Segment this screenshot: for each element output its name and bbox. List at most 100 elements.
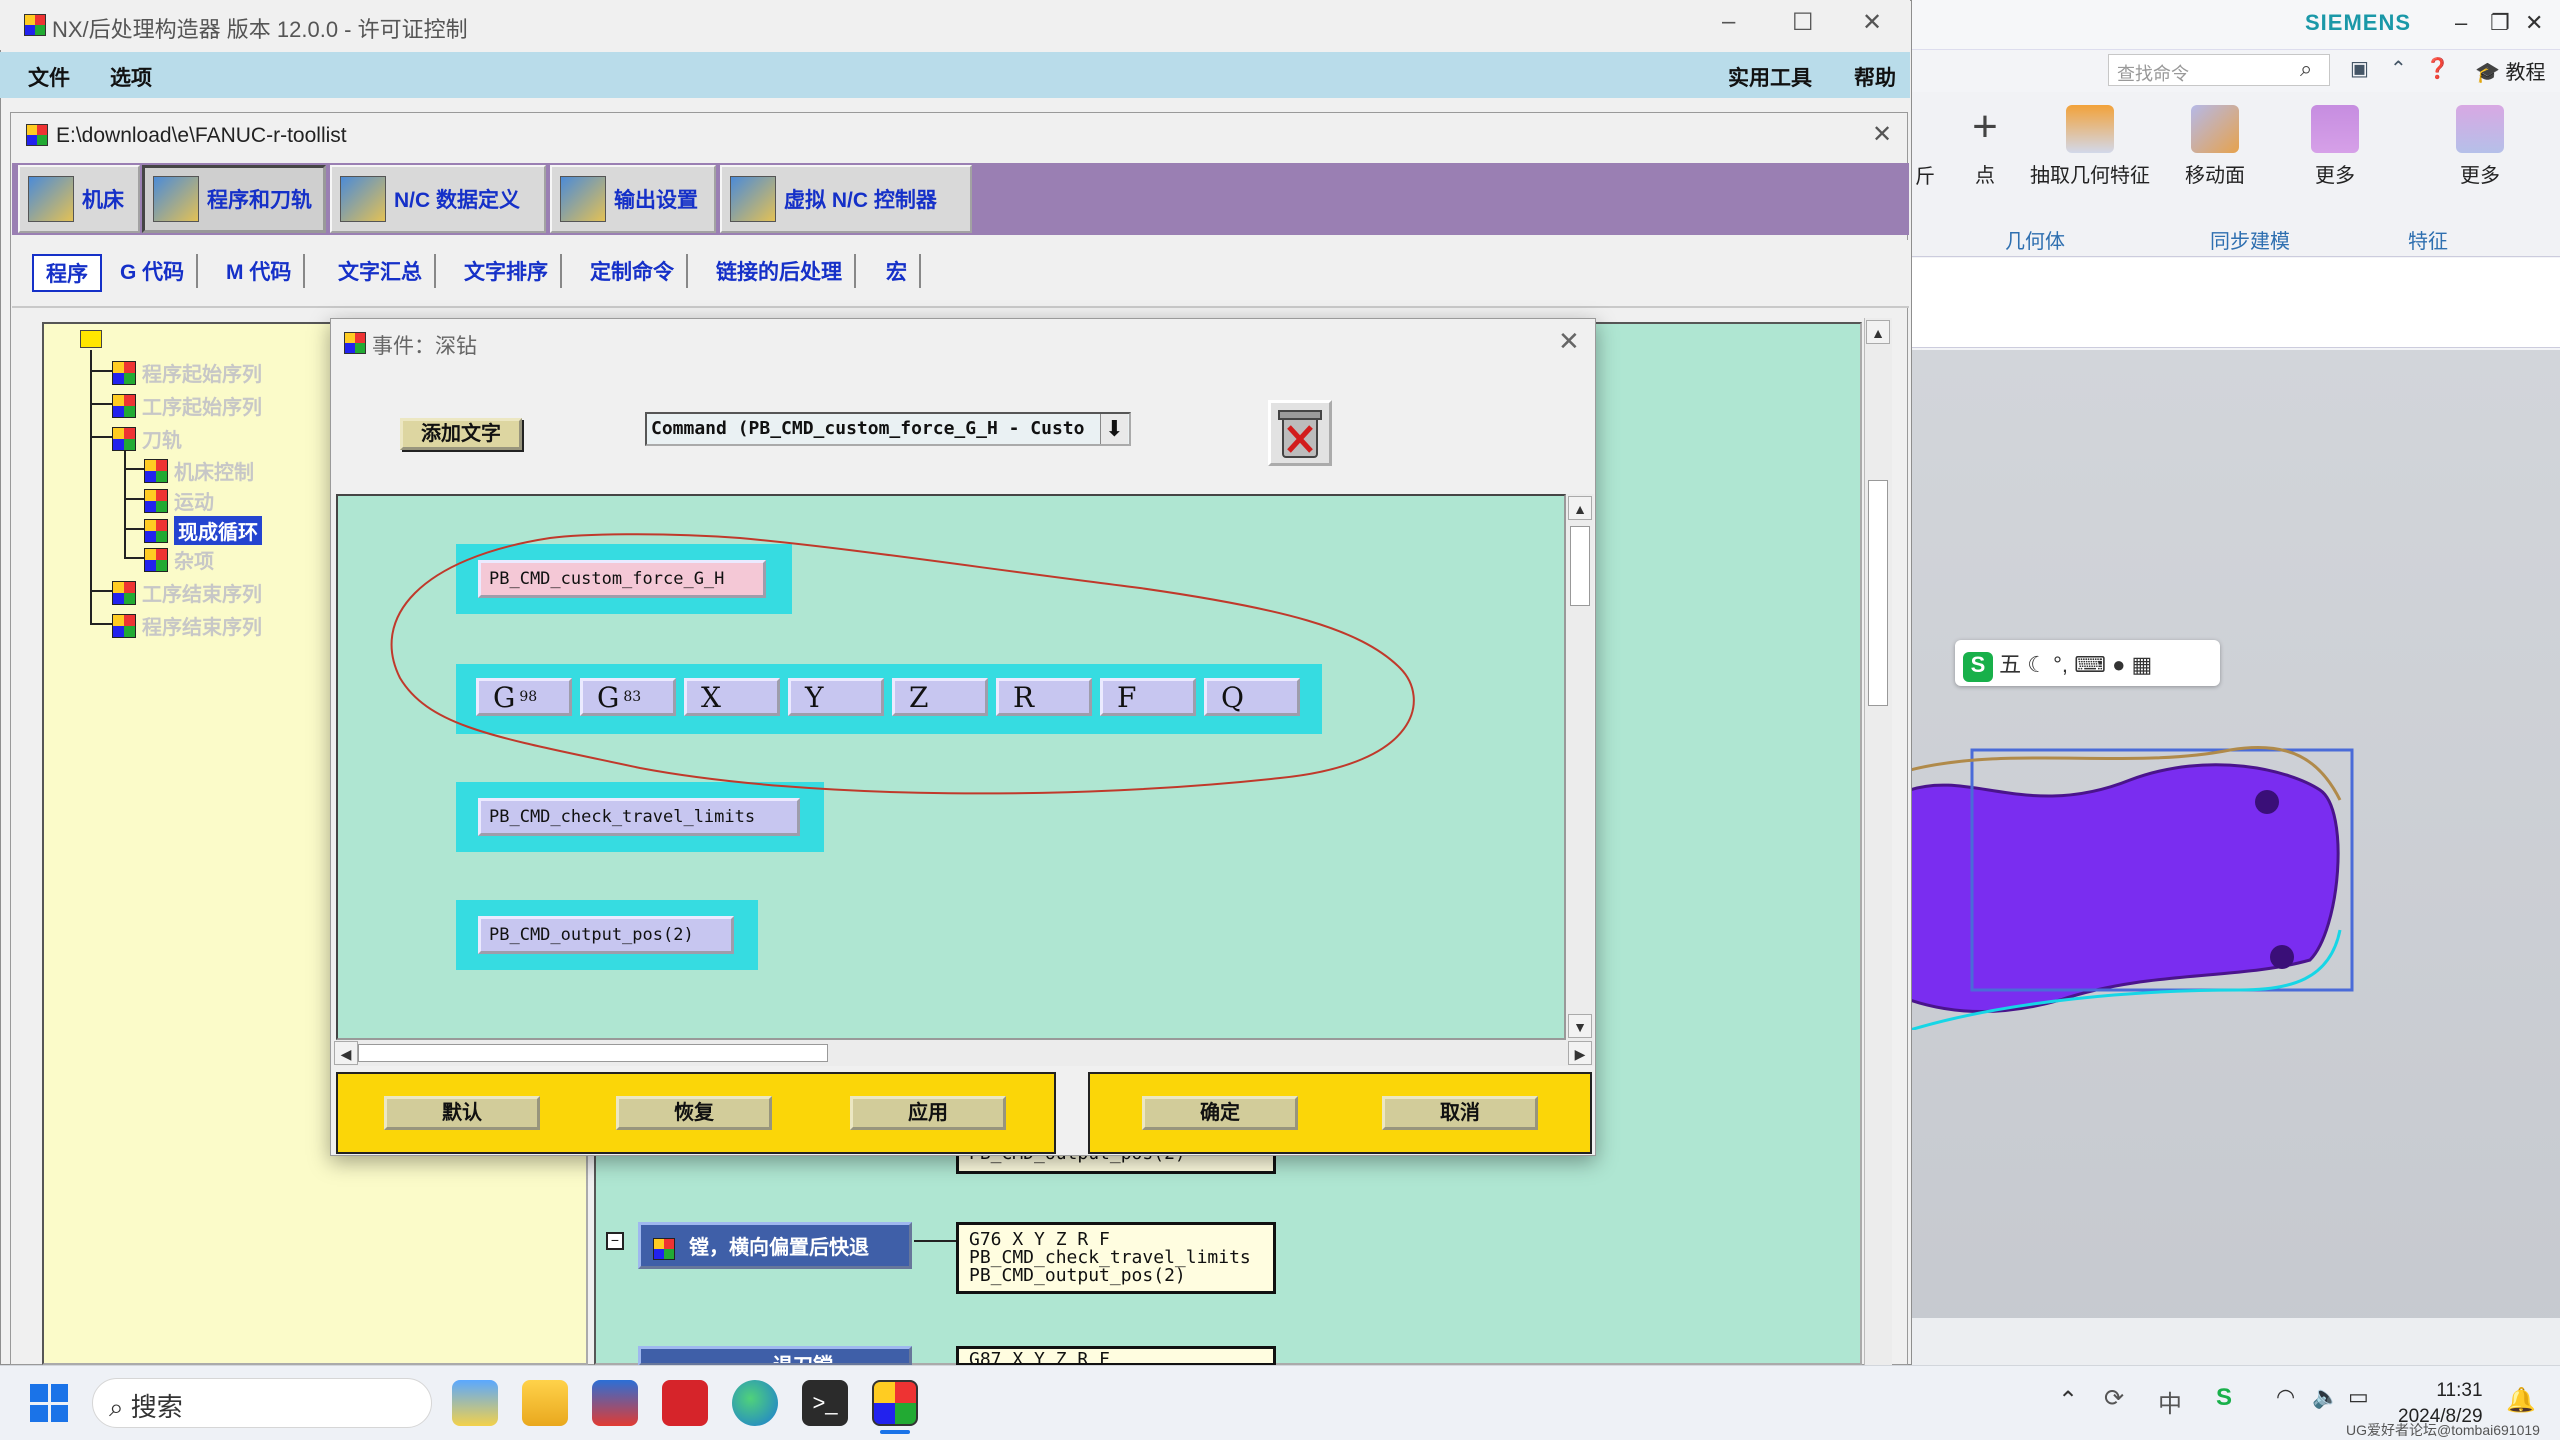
scroll-down-icon[interactable]: ▼ — [1568, 1014, 1592, 1038]
default-button[interactable]: 默认 — [384, 1096, 540, 1130]
tree-item-motion[interactable]: 运动 — [144, 486, 214, 515]
notification-bell-icon[interactable]: 🔔 — [2506, 1386, 2536, 1415]
tree-item-operation-start[interactable]: 工序起始序列 — [112, 391, 262, 420]
tab-machine[interactable]: 机床 — [18, 165, 140, 233]
taskbar-search[interactable]: ⌕ 搜索 — [92, 1378, 432, 1428]
folder-icon[interactable] — [80, 330, 102, 348]
subtab-macro[interactable]: 宏 — [874, 254, 921, 288]
menu-options[interactable]: 选项 — [110, 62, 152, 92]
close-icon[interactable]: ✕ — [1862, 8, 1882, 37]
extract-geometry-button[interactable]: 抽取几何特征 — [2020, 105, 2160, 188]
tab-virtual-nc[interactable]: 虚拟 N/C 控制器 — [720, 165, 972, 233]
restore-button[interactable]: 恢复 — [616, 1096, 772, 1130]
tutorial-link[interactable]: 🎓 教程 — [2475, 56, 2545, 85]
maximize-icon[interactable]: ☐ — [1792, 8, 1814, 37]
trash-icon — [1278, 410, 1322, 458]
tree-item-operation-end[interactable]: 工序结束序列 — [112, 578, 262, 607]
ribbon-cut-label: 斤 — [1915, 166, 1935, 188]
tree-item-misc[interactable]: 杂项 — [144, 545, 214, 574]
cancel-button[interactable]: 取消 — [1382, 1096, 1538, 1130]
close-icon[interactable]: ✕ — [1558, 326, 1580, 357]
event-canvas-scrollbar[interactable] — [1864, 318, 1892, 1365]
tree-item-program-end[interactable]: 程序结束序列 — [112, 611, 262, 640]
help-icon[interactable]: ❓ — [2425, 56, 2450, 81]
apply-button[interactable]: 应用 — [850, 1096, 1006, 1130]
tree-item-machine-control[interactable]: 机床控制 — [144, 456, 254, 485]
minimize-icon[interactable]: – — [1722, 8, 1735, 36]
subtab-word-sequence[interactable]: 文字排序 — [452, 254, 562, 288]
qq-app-icon[interactable] — [452, 1380, 498, 1426]
event-bore-shift[interactable]: 镗，横向偏置后快退 — [638, 1222, 912, 1269]
ok-button[interactable]: 确定 — [1142, 1096, 1298, 1130]
scroll-up-icon[interactable]: ▲ — [1568, 496, 1592, 520]
terminal-icon[interactable]: >_ — [802, 1380, 848, 1426]
subtab-program[interactable]: 程序 — [32, 254, 102, 292]
red-annotation-ellipse — [390, 533, 1415, 795]
subtab-word-summary[interactable]: 文字汇总 — [326, 254, 436, 288]
trash-button[interactable] — [1268, 400, 1332, 466]
wifi-icon[interactable]: ◠ — [2276, 1384, 2295, 1410]
search-icon[interactable]: ⌕ — [2300, 56, 2312, 82]
hscroll-thumb[interactable] — [358, 1044, 828, 1062]
file-explorer-icon[interactable] — [522, 1380, 568, 1426]
subtab-g-code[interactable]: G 代码 — [108, 254, 199, 288]
scroll-left-icon[interactable]: ◀ — [334, 1041, 358, 1065]
post-builder-task-icon[interactable] — [872, 1380, 918, 1426]
subtab-m-code[interactable]: M 代码 — [214, 254, 306, 288]
ribbon-group-feature[interactable]: 特征 — [2408, 225, 2448, 254]
scroll-thumb[interactable] — [1868, 480, 1888, 706]
tab-label: 输出设置 — [614, 189, 698, 212]
volume-icon[interactable]: 🔈 — [2312, 1384, 2339, 1410]
minimize-icon[interactable]: – — [2455, 10, 2467, 36]
tab-nc-data[interactable]: N/C 数据定义 — [330, 165, 546, 233]
windows-start-icon[interactable] — [30, 1384, 68, 1422]
menu-help[interactable]: 帮助 — [1854, 62, 1896, 92]
app-icon-4[interactable] — [662, 1380, 708, 1426]
tab-output-settings[interactable]: 输出设置 — [550, 165, 716, 233]
sync-icon[interactable]: ⟳ — [2104, 1384, 2124, 1413]
point-button[interactable]: + 点 — [1945, 105, 2025, 188]
vscroll-thumb[interactable] — [1570, 526, 1590, 606]
edge-browser-icon[interactable] — [732, 1380, 778, 1426]
event-icon — [144, 458, 168, 483]
scroll-up-icon[interactable]: ▲ — [1866, 320, 1890, 344]
scroll-right-icon[interactable]: ▶ — [1568, 1041, 1592, 1065]
dropdown-arrow-icon[interactable]: ⬇ — [1100, 414, 1128, 444]
tree-item-canned-cycle[interactable]: 现成循环 — [144, 516, 262, 545]
output-pos-word[interactable]: PB_CMD_output_pos(2) — [478, 916, 734, 954]
ribbon-group-geometry[interactable]: 几何体 — [2005, 225, 2065, 254]
tab-program-toolpath[interactable]: 程序和刀轨 — [142, 165, 326, 233]
ribbon-group-sync[interactable]: 同步建模 — [2210, 225, 2290, 254]
menu-utilities[interactable]: 实用工具 — [1728, 62, 1812, 92]
app-icon-3[interactable] — [592, 1380, 638, 1426]
part-model — [1910, 745, 2354, 1030]
close-icon[interactable]: ✕ — [2525, 10, 2543, 36]
sub-app-icon — [26, 124, 48, 146]
command-select[interactable]: Command (PB_CMD_custom_force_G_H - Custo — [645, 412, 1131, 446]
restore-icon[interactable]: ❐ — [2490, 10, 2510, 36]
command-search-input[interactable]: 查找命令 — [2108, 54, 2330, 86]
sogou-icon: S — [1963, 652, 1993, 682]
close-icon[interactable]: ✕ — [1872, 120, 1892, 149]
event-back-bore[interactable]: 退刀镗 — [638, 1346, 912, 1366]
add-word-button[interactable]: 添加文字 — [400, 418, 522, 450]
tree-item-program-start[interactable]: 程序起始序列 — [112, 358, 262, 387]
sogou-tray-icon[interactable]: S — [2216, 1384, 2232, 1412]
window-icon[interactable]: ▣ — [2350, 56, 2369, 81]
more-feature-button[interactable]: 更多 — [2430, 105, 2530, 188]
ime-toolbar[interactable]: S 五 ☾ °, ⌨ ● ▦ — [1955, 640, 2220, 686]
battery-icon[interactable]: ▭ — [2348, 1384, 2369, 1410]
chevron-up-icon[interactable]: ⌃ — [2058, 1386, 2078, 1415]
collapse-toggle[interactable]: − — [606, 1232, 624, 1250]
code-box-back-bore[interactable]: G87 X Y Z R F — [956, 1346, 1276, 1366]
tree-item-toolpath[interactable]: 刀轨 — [112, 424, 182, 453]
subtab-custom-command[interactable]: 定制命令 — [578, 254, 688, 288]
collapse-icon[interactable]: ⌃ — [2390, 56, 2407, 81]
subtab-linked-posts[interactable]: 链接的后处理 — [704, 254, 856, 288]
more-sync-button[interactable]: 更多 — [2290, 105, 2380, 188]
move-face-button[interactable]: 移动面 — [2170, 105, 2260, 188]
menu-file[interactable]: 文件 — [28, 62, 70, 92]
ime-icon[interactable]: 中 — [2158, 1384, 2182, 1419]
code-box-bore-shift[interactable]: G76 X Y Z R F PB_CMD_check_travel_limits… — [956, 1222, 1276, 1294]
nc-data-icon — [340, 176, 386, 222]
